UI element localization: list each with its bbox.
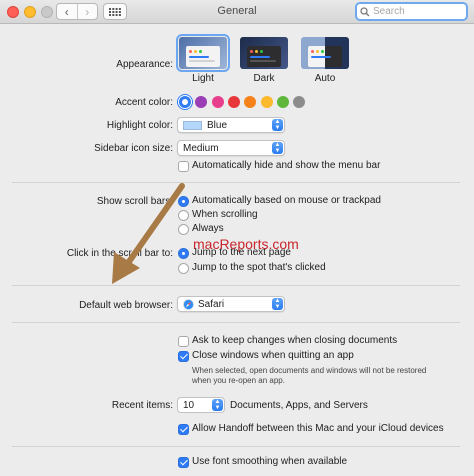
- scroll-bars-always-label: Always: [192, 223, 224, 234]
- forward-button[interactable]: ›: [76, 4, 98, 19]
- handoff-label: Allow Handoff between this Mac and your …: [192, 423, 444, 434]
- accent-color-label: Accent color:: [115, 97, 173, 108]
- recent-items-popup[interactable]: 10 ▲ ▼: [177, 397, 225, 413]
- appearance-dark-thumbnail[interactable]: [240, 37, 288, 69]
- appearance-auto-label: Auto: [314, 73, 336, 84]
- auto-hide-menu-bar-label: Automatically hide and show the menu bar: [192, 160, 381, 171]
- search-input[interactable]: [373, 6, 465, 17]
- light-window-preview: [186, 46, 220, 67]
- accent-color-swatch[interactable]: [227, 96, 240, 108]
- default-web-browser-popup[interactable]: Safari ▲ ▼: [177, 296, 285, 312]
- close-windows-note-line1: When selected, open documents and window…: [192, 366, 427, 375]
- chevron-updown-icon: ▲ ▼: [272, 298, 283, 310]
- highlight-color-swatch: [183, 120, 202, 130]
- search-icon: [360, 6, 370, 16]
- font-smoothing-checkbox[interactable]: [178, 457, 189, 468]
- chevron-updown-icon: ▲ ▼: [272, 119, 283, 131]
- accent-color-swatch[interactable]: [195, 96, 208, 108]
- recent-items-value: 10: [183, 399, 195, 411]
- watermark-text: macReports.com: [193, 236, 299, 252]
- close-window-button[interactable]: [7, 6, 19, 18]
- default-web-browser-value: Safari: [198, 298, 225, 310]
- sidebar-icon-size-popup[interactable]: Medium ▲ ▼: [177, 140, 285, 156]
- handoff-checkbox[interactable]: [178, 424, 189, 435]
- ask-keep-changes-label: Ask to keep changes when closing documen…: [192, 335, 398, 346]
- divider: [12, 285, 460, 286]
- default-web-browser-label: Default web browser:: [79, 300, 173, 311]
- accent-color-swatch[interactable]: [179, 96, 191, 108]
- divider: [12, 322, 460, 323]
- title-bar: ‹ › General: [0, 0, 474, 24]
- accent-color-swatch[interactable]: [211, 96, 224, 108]
- navigation-buttons: ‹ ›: [56, 3, 98, 20]
- chevron-right-icon: ›: [85, 4, 90, 19]
- sidebar-icon-size-label: Sidebar icon size:: [94, 143, 173, 154]
- chevron-updown-icon: ▲ ▼: [212, 399, 223, 411]
- chevron-left-icon: ‹: [64, 4, 69, 19]
- recent-items-label: Recent items:: [111, 400, 173, 411]
- chevron-updown-icon: ▲ ▼: [272, 142, 283, 154]
- highlight-color-value: Blue: [207, 119, 228, 131]
- ask-keep-changes-checkbox[interactable]: [178, 336, 189, 347]
- highlight-color-popup[interactable]: Blue ▲ ▼: [177, 117, 285, 133]
- sidebar-icon-size-value: Medium: [183, 142, 219, 154]
- dark-window-preview: [247, 46, 281, 67]
- auto-window-preview: [308, 46, 342, 67]
- accent-color-swatch[interactable]: [276, 96, 289, 108]
- accent-color-swatch[interactable]: [244, 96, 257, 108]
- appearance-light-label: Light: [192, 73, 214, 84]
- appearance-dark-label: Dark: [253, 73, 275, 84]
- back-button[interactable]: ‹: [57, 4, 77, 19]
- auto-hide-menu-bar-checkbox[interactable]: [178, 161, 189, 172]
- minimize-window-button[interactable]: [24, 6, 36, 18]
- font-smoothing-label: Use font smoothing when available: [192, 456, 348, 467]
- zoom-window-button[interactable]: [41, 6, 53, 18]
- divider: [12, 182, 460, 183]
- annotation-arrow: [112, 183, 185, 284]
- appearance-label: Appearance:: [116, 59, 173, 70]
- recent-items-suffix: Documents, Apps, and Servers: [230, 400, 368, 411]
- accent-color-swatch[interactable]: [260, 96, 273, 108]
- highlight-color-label: Highlight color:: [106, 120, 173, 131]
- appearance-light-thumbnail[interactable]: [176, 34, 230, 72]
- show-all-button[interactable]: [103, 3, 127, 20]
- divider: [12, 446, 460, 447]
- scroll-bars-automatic-label: Automatically based on mouse or trackpad: [192, 195, 381, 206]
- appearance-auto-thumbnail[interactable]: [301, 37, 349, 69]
- window-title: General: [217, 5, 257, 17]
- grid-icon: [109, 7, 121, 16]
- close-windows-label: Close windows when quitting an app: [192, 350, 354, 361]
- close-windows-checkbox[interactable]: [178, 351, 189, 362]
- accent-color-swatch[interactable]: [293, 96, 306, 108]
- safari-icon: [183, 298, 194, 310]
- scroll-bars-when-scrolling-label: When scrolling: [192, 209, 258, 220]
- jump-to-spot-label: Jump to the spot that's clicked: [192, 262, 326, 273]
- search-field[interactable]: [355, 2, 468, 21]
- close-windows-note-line2: when you re-open an app.: [192, 376, 285, 385]
